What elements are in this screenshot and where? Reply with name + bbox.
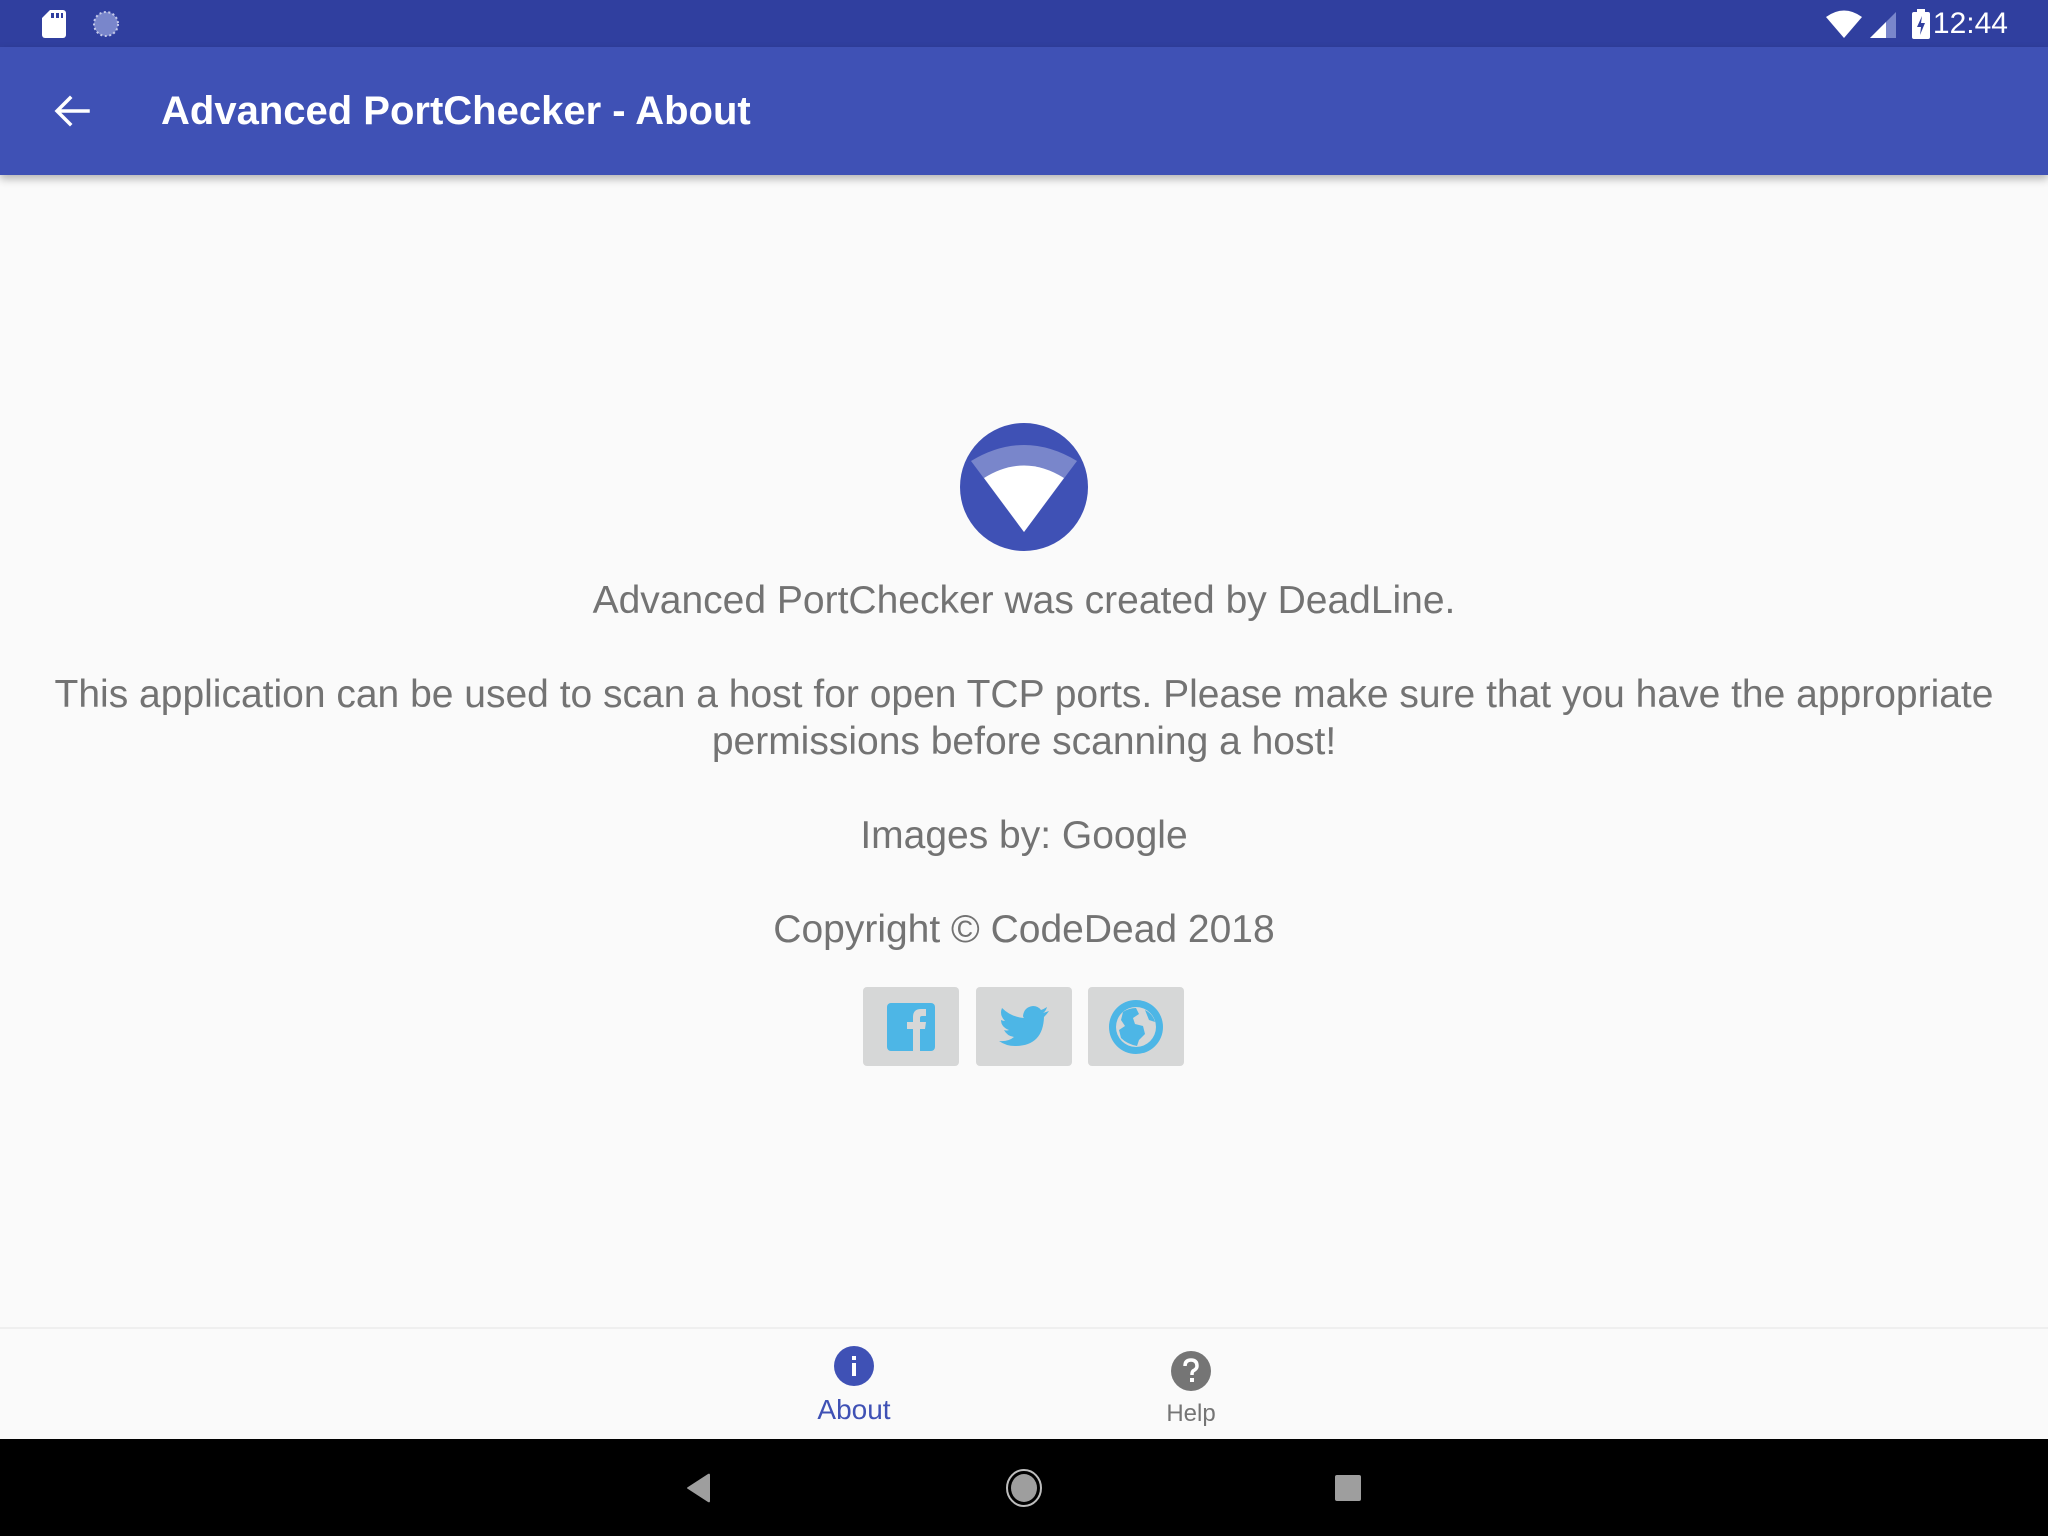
battery-charging-icon [1912, 9, 1930, 39]
twitter-button[interactable] [976, 987, 1072, 1066]
about-content: Advanced PortChecker was created by Dead… [0, 175, 2048, 1327]
page-title: Advanced PortChecker - About [161, 89, 751, 133]
arrow-back-icon [54, 95, 90, 127]
app-bar: Advanced PortChecker - About [0, 47, 2048, 175]
system-navigation-bar [0, 1439, 2048, 1536]
twitter-icon [999, 1005, 1049, 1046]
globe-icon [1109, 999, 1163, 1054]
nav-item-help[interactable]: Help [1107, 1329, 1275, 1441]
status-time: 12:44 [1932, 7, 2008, 40]
sd-card-icon [42, 10, 66, 38]
facebook-icon [887, 1002, 935, 1051]
sync-icon [93, 11, 119, 37]
copyright-text: Copyright © CodeDead 2018 [773, 908, 1275, 951]
nav-label-help: Help [1166, 1400, 1216, 1427]
system-home-button[interactable] [1005, 1468, 1043, 1508]
description-line-2: permissions before scanning a host! [711, 720, 1337, 763]
status-bar: 12:44 [0, 0, 2048, 47]
app-logo-icon [960, 423, 1088, 551]
created-by-text: Advanced PortChecker was created by Dead… [592, 579, 1456, 622]
nav-item-about[interactable]: About [770, 1329, 938, 1441]
info-icon [834, 1346, 874, 1386]
help-icon [1171, 1351, 1211, 1391]
cell-signal-icon [1870, 12, 1896, 38]
images-by-text: Images by: Google [860, 814, 1188, 857]
wifi-icon [1826, 10, 1862, 38]
back-button[interactable] [40, 81, 104, 141]
facebook-button[interactable] [863, 987, 959, 1066]
bottom-navigation: About Help [0, 1327, 2048, 1439]
system-back-button[interactable] [686, 1473, 712, 1503]
system-recents-button[interactable] [1335, 1475, 1361, 1501]
website-button[interactable] [1088, 987, 1184, 1066]
nav-label-about: About [817, 1394, 891, 1425]
description-line-1: This application can be used to scan a h… [54, 673, 1994, 716]
